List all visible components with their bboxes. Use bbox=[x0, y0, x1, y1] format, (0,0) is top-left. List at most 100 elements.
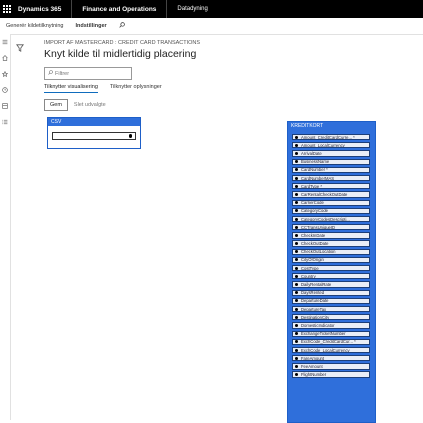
connector-dot-icon[interactable] bbox=[295, 168, 298, 172]
connector-dot-icon[interactable] bbox=[295, 217, 298, 221]
destination-field-label: BusinessName bbox=[301, 159, 330, 165]
destination-field-row[interactable]: BusinessName bbox=[292, 158, 370, 165]
page-title: Knyt kilde til midlertidig placering bbox=[44, 48, 197, 60]
destination-field-row[interactable]: CategoryCode bbox=[292, 207, 370, 214]
tab-strip: Tilknytter visualisering Tilknytter oply… bbox=[44, 84, 174, 93]
destination-field-label: CarrierCode bbox=[301, 200, 324, 206]
connector-dot-icon[interactable] bbox=[295, 340, 298, 344]
recent-icon[interactable] bbox=[0, 82, 10, 98]
filter-pane-icon[interactable] bbox=[16, 39, 24, 57]
destination-field-row[interactable]: CardType * bbox=[292, 183, 370, 190]
destination-field-label: DepartureDate bbox=[301, 298, 329, 304]
connector-dot-icon[interactable] bbox=[295, 307, 298, 311]
connector-dot-icon[interactable] bbox=[295, 250, 298, 254]
destination-field-row[interactable]: CategoryCodesDescripti... bbox=[292, 215, 370, 223]
destination-field-label: CategoryCodesDescripti... bbox=[301, 216, 350, 222]
connector-dot-icon[interactable] bbox=[295, 143, 298, 147]
destination-field-row[interactable]: CardNumber * bbox=[292, 166, 370, 174]
destination-field-list: Amount_CreditCardCurre... * Amount_LocalC… bbox=[292, 134, 370, 380]
connector-dot-icon[interactable] bbox=[295, 135, 298, 139]
destination-field-row[interactable]: Amount_LocalCurrency bbox=[292, 142, 370, 149]
destination-field-row[interactable]: FareAmount bbox=[292, 355, 370, 362]
destination-field-row[interactable]: ExchCode_LocalCurrency bbox=[292, 346, 370, 354]
connector-dot-icon[interactable] bbox=[295, 332, 298, 336]
destination-field-label: CardNumberMAS bbox=[301, 175, 335, 181]
destination-field-row[interactable]: Country bbox=[292, 273, 370, 280]
connector-dot-icon[interactable] bbox=[295, 291, 298, 295]
destination-field-row[interactable]: CarrierCode bbox=[292, 199, 370, 206]
destination-field-row[interactable]: ExchCode_CreditCardCur... * bbox=[292, 338, 370, 345]
destination-field-row[interactable]: CostType bbox=[292, 265, 370, 272]
breadcrumb: IMPORT AF MASTERCARD : CREDIT CARD TRANS… bbox=[44, 40, 201, 46]
destination-field-row[interactable]: ExchangeTicketNumber bbox=[292, 330, 370, 337]
destination-field-label: DepartureTax bbox=[301, 306, 327, 312]
tab-mapping-visualization[interactable]: Tilknytter visualisering bbox=[44, 84, 98, 93]
destination-field-row[interactable]: CheckInDate bbox=[292, 232, 370, 239]
destination-field-row[interactable]: CheckOutDate bbox=[292, 240, 370, 247]
destination-field-label: Amount_LocalCurrency bbox=[301, 142, 345, 148]
connector-dot-icon[interactable] bbox=[295, 356, 298, 360]
destination-field-row[interactable]: DepartureTax bbox=[292, 305, 370, 313]
search-icon[interactable] bbox=[113, 22, 131, 30]
destination-field-label: FlightNumber bbox=[301, 372, 327, 378]
destination-field-row[interactable]: DomesticIndicator bbox=[292, 322, 370, 329]
destination-field-label: FeeAmount bbox=[301, 363, 323, 369]
connector-dot-icon[interactable] bbox=[295, 152, 298, 156]
connector-dot-icon[interactable] bbox=[295, 364, 298, 368]
workspaces-icon[interactable] bbox=[0, 98, 10, 114]
destination-field-row[interactable]: CardNumberMAS bbox=[292, 174, 370, 182]
connector-dot-icon[interactable] bbox=[295, 160, 298, 164]
favorites-icon[interactable] bbox=[0, 66, 10, 82]
connector-dot-icon[interactable] bbox=[295, 176, 298, 180]
destination-field-row[interactable]: Amount_CreditCardCurre... * bbox=[292, 134, 370, 141]
filter-placeholder: Filtrer bbox=[55, 70, 70, 77]
destination-field-row[interactable]: CCTransUniqueID bbox=[292, 224, 370, 231]
hamburger-menu-icon[interactable] bbox=[0, 34, 10, 50]
destination-entity-box: KREDITKORT Amount_CreditCardCurre... * Am… bbox=[287, 121, 376, 423]
nav-generate-mapping[interactable]: Generér kildetilknytning bbox=[0, 23, 69, 29]
destination-field-row[interactable]: DepartureDate bbox=[292, 297, 370, 305]
connector-dot-icon[interactable] bbox=[295, 348, 298, 352]
connector-dot-icon[interactable] bbox=[295, 201, 298, 205]
connector-dot-icon[interactable] bbox=[295, 184, 298, 188]
tab-mapping-details[interactable]: Tilknytter oplysninger bbox=[110, 84, 162, 93]
destination-field-row[interactable]: FeeAmount bbox=[292, 363, 370, 370]
destination-field-row[interactable]: FlightNumber bbox=[292, 371, 370, 378]
connector-dot-icon[interactable] bbox=[295, 315, 298, 319]
destination-field-label: ExchCode_CreditCardCur... * bbox=[301, 339, 356, 345]
connector-dot-icon[interactable] bbox=[128, 134, 132, 138]
connector-dot-icon[interactable] bbox=[295, 233, 298, 237]
top-navigation-bar: Dynamics 365 Finance and Operations Data… bbox=[0, 0, 423, 18]
destination-field-row[interactable]: DailyRentalRate bbox=[292, 281, 370, 288]
destination-field-label: CardType * bbox=[301, 183, 322, 189]
connector-dot-icon[interactable] bbox=[295, 225, 298, 229]
search-icon bbox=[48, 70, 53, 77]
connector-dot-icon[interactable] bbox=[295, 299, 298, 303]
connector-dot-icon[interactable] bbox=[295, 323, 298, 327]
destination-field-row[interactable]: DaysRented bbox=[292, 289, 370, 296]
destination-field-row[interactable]: CarRentalCheckOutDate bbox=[292, 191, 370, 198]
destination-field-row[interactable]: ArrivalDate bbox=[292, 150, 370, 157]
connector-dot-icon[interactable] bbox=[295, 242, 298, 246]
destination-field-row[interactable]: CityOfOrigin bbox=[292, 256, 370, 264]
nav-settings[interactable]: Indstillinger bbox=[69, 23, 112, 29]
app-launcher-icon[interactable] bbox=[0, 0, 14, 18]
connector-dot-icon[interactable] bbox=[295, 283, 298, 287]
connector-dot-icon[interactable] bbox=[295, 266, 298, 270]
connector-dot-icon[interactable] bbox=[295, 258, 298, 262]
source-field-row[interactable] bbox=[52, 132, 136, 140]
connector-dot-icon[interactable] bbox=[295, 373, 298, 377]
destination-field-row[interactable]: DestinationCity bbox=[292, 314, 370, 321]
modules-icon[interactable] bbox=[0, 114, 10, 130]
filter-input[interactable]: Filtrer bbox=[44, 67, 132, 80]
brand-name[interactable]: Dynamics 365 bbox=[14, 0, 73, 18]
connector-dot-icon[interactable] bbox=[295, 192, 298, 196]
destination-field-row[interactable]: CheckOutLocation bbox=[292, 248, 370, 255]
connector-dot-icon[interactable] bbox=[295, 274, 298, 278]
save-button[interactable]: Gem bbox=[44, 99, 68, 111]
connector-dot-icon[interactable] bbox=[295, 209, 298, 213]
delete-selected-button[interactable]: Slet udvalgte bbox=[68, 99, 112, 111]
home-icon[interactable] bbox=[0, 50, 10, 66]
app-name: Finance and Operations bbox=[72, 0, 168, 18]
destination-field-label: FareAmount bbox=[301, 355, 325, 361]
